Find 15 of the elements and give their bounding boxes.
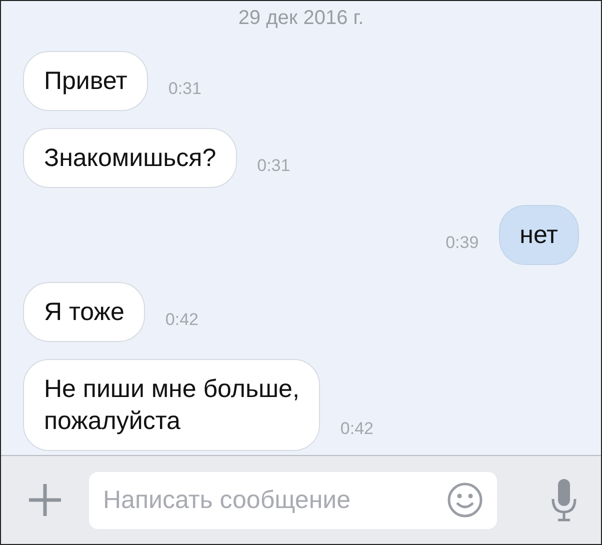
message-field[interactable]: Написать сообщение <box>89 472 497 528</box>
add-icon[interactable] <box>27 482 63 518</box>
date-header: 29 дек 2016 г. <box>237 7 365 30</box>
emoji-icon[interactable] <box>447 482 483 518</box>
message-time: 0:42 <box>165 310 199 331</box>
message-bubble: нет <box>498 205 579 265</box>
microphone-icon[interactable] <box>549 478 579 522</box>
message-time: 0:39 <box>446 233 479 254</box>
message-bubble: Не пиши мне больше, пожалуйста <box>23 359 320 451</box>
message-time: 0:42 <box>340 419 374 440</box>
message-bubble: Привет <box>23 51 148 111</box>
message-time: 0:31 <box>168 79 202 100</box>
message-bubble: Я тоже <box>23 282 146 342</box>
message-bubble: Знакомишься? <box>23 128 238 188</box>
message-time: 0:31 <box>257 156 290 177</box>
